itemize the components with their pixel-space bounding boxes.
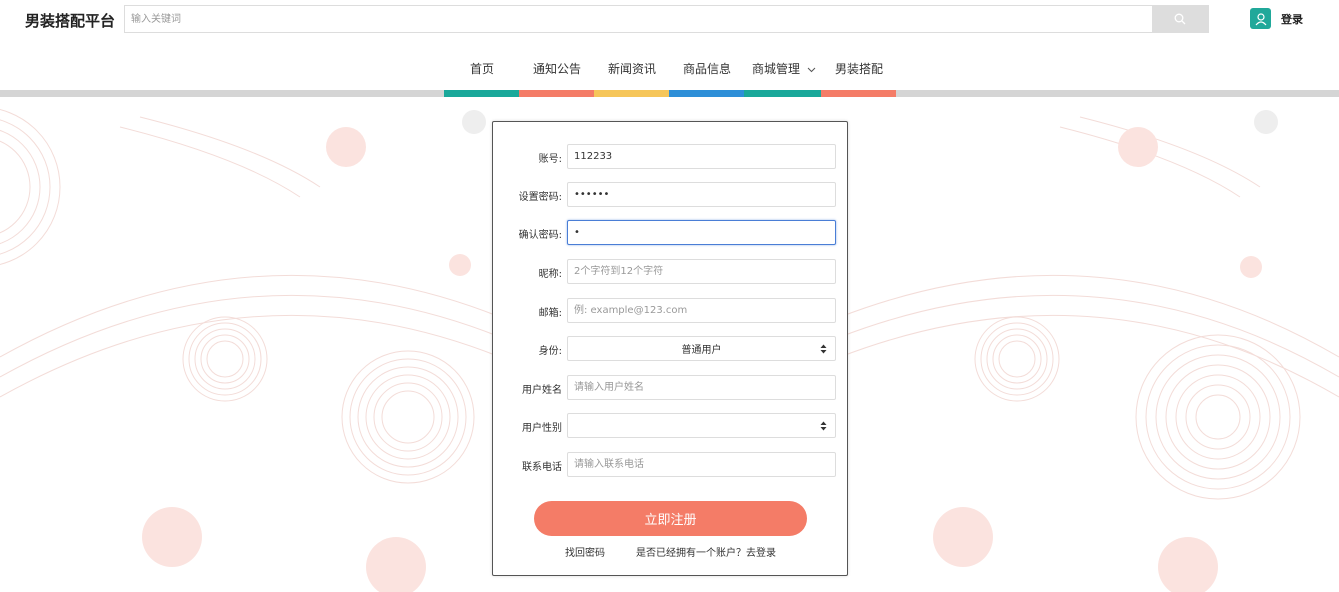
nav-bar-segment (594, 90, 669, 97)
select-arrows-icon (820, 344, 827, 354)
nav-item-label: 商城管理 (752, 62, 801, 76)
nickname-input[interactable] (567, 259, 836, 284)
realname-input[interactable] (567, 375, 836, 400)
role-row: 身份: 普通用户 (493, 336, 849, 361)
nav-item-notices[interactable]: 通知公告 (533, 60, 581, 77)
nav-item-home[interactable]: 首页 (470, 60, 494, 77)
nav-item-mall-management[interactable]: 商城管理 (752, 60, 816, 77)
bg-arc (0, 140, 31, 234)
nav-bar-segment (821, 90, 896, 97)
confirm-password-input[interactable] (567, 220, 836, 245)
role-select[interactable]: 普通用户 (567, 336, 836, 361)
email-input[interactable] (567, 298, 836, 323)
search-bar (124, 5, 1209, 33)
confirm-password-row: 确认密码: (493, 220, 849, 245)
select-arrows-icon (820, 421, 827, 431)
chevron-down-icon (807, 67, 816, 72)
nav-item-products[interactable]: 商品信息 (683, 60, 731, 77)
nav-item-outfits[interactable]: 男装搭配 (835, 60, 883, 77)
top-header: 男装搭配平台 登录 (0, 0, 1339, 40)
password-row: 设置密码: (493, 182, 849, 207)
confirm-password-label: 确认密码: (518, 230, 562, 241)
user-avatar-button[interactable] (1250, 8, 1271, 29)
account-row: 账号: (493, 144, 849, 169)
password-label: 设置密码: (518, 192, 562, 203)
account-label: 账号: (538, 154, 562, 165)
phone-row: 联系电话 (493, 452, 849, 477)
site-logo[interactable]: 男装搭配平台 (25, 10, 115, 31)
forgot-password-link[interactable]: 找回密码 (565, 544, 605, 559)
gender-select[interactable] (567, 413, 836, 438)
phone-input[interactable] (567, 452, 836, 477)
nav-item-news[interactable]: 新闻资讯 (608, 60, 656, 77)
go-login-link[interactable]: 是否已经拥有一个账户？去登录 (636, 544, 776, 559)
role-selected-value: 普通用户 (681, 345, 722, 356)
nav-bar-segment (744, 90, 821, 97)
phone-label: 联系电话 (522, 462, 562, 473)
realname-label: 用户姓名 (522, 385, 562, 396)
search-input[interactable] (125, 6, 1152, 32)
register-button[interactable]: 立即注册 (534, 501, 807, 536)
user-icon (1255, 12, 1266, 25)
nav-bar-segment (519, 90, 594, 97)
gender-row: 用户性别 (493, 413, 849, 438)
login-link[interactable]: 登录 (1281, 11, 1303, 27)
search-button[interactable] (1152, 6, 1208, 32)
bg-arc (0, 129, 41, 245)
account-input[interactable] (567, 144, 836, 169)
role-label: 身份: (538, 346, 562, 357)
main-nav: 首页 通知公告 新闻资讯 商品信息 商城管理 男装搭配 (0, 55, 1339, 85)
password-input[interactable] (567, 182, 836, 207)
nickname-row: 昵称: (493, 259, 849, 284)
search-icon (1174, 13, 1186, 25)
realname-row: 用户姓名 (493, 375, 849, 400)
nav-bar-segment (669, 90, 744, 97)
gender-label: 用户性别 (522, 423, 562, 434)
email-row: 邮箱: (493, 298, 849, 323)
nav-color-bar (0, 90, 1339, 97)
register-form: 账号: 设置密码: 确认密码: 昵称: 邮箱: 身份: 普通用户 用户姓名 用户… (492, 121, 848, 576)
bg-arc (0, 119, 51, 255)
email-label: 邮箱: (538, 308, 562, 319)
nav-bar-segment (444, 90, 519, 97)
nickname-label: 昵称: (538, 269, 562, 280)
